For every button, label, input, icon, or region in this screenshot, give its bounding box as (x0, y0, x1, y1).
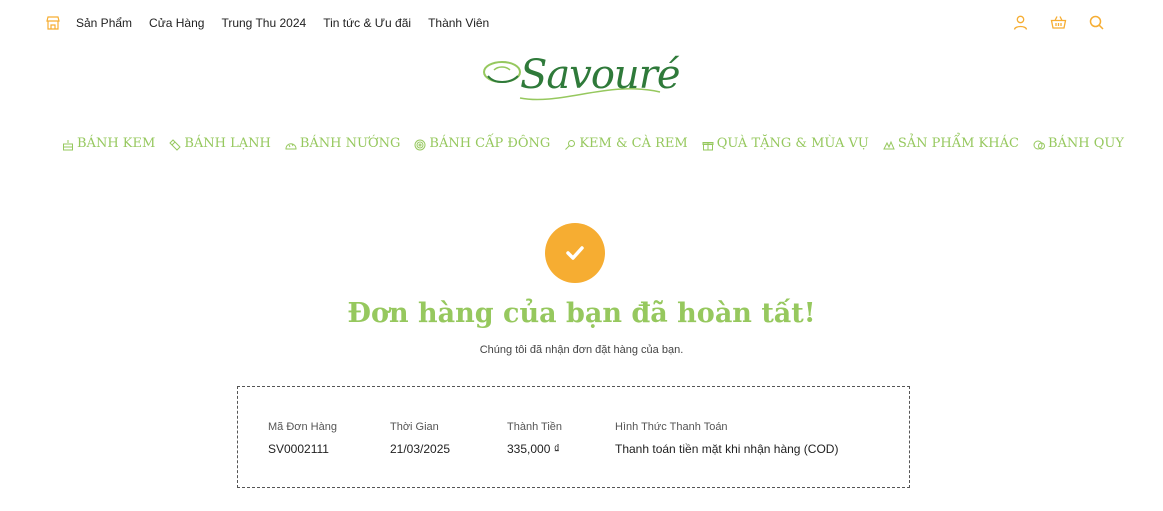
category-label: QUÀ TẶNG & MÙA VỤ (716, 136, 869, 151)
order-payment-column: Hình Thức Thanh Toán Thanh toán tiền mặt… (615, 420, 838, 457)
nav-trung-thu[interactable]: Trung Thu 2024 (221, 15, 306, 31)
confirmation-title: Đơn hàng của bạn đã hoàn tất! (347, 298, 816, 329)
order-payment-label: Hình Thức Thanh Toán (615, 421, 728, 433)
spiral-icon (414, 138, 426, 151)
confirmation-subtitle: Chúng tôi đã nhận đơn đặt hàng của bạn. (479, 344, 684, 356)
nav-cua-hang[interactable]: Cửa Hàng (149, 15, 204, 31)
nav-san-pham[interactable]: Sản Phẩm (76, 15, 132, 31)
category-label: SẢN PHẨM KHÁC (897, 136, 1019, 151)
brand-logo[interactable]: Savouré (480, 50, 680, 112)
category-banh-quy[interactable]: BÁNH QUY (1033, 136, 1124, 152)
order-total-label: Thành Tiền (507, 421, 563, 433)
order-time-column: Thời Gian 21/03/2025 (390, 420, 450, 457)
order-total-column: Thành Tiền 335,000 ₫ (507, 420, 562, 457)
order-time-value: 21/03/2025 (390, 442, 451, 456)
category-label: BÁNH CẤP ĐÔNG (429, 136, 551, 151)
category-label: KEM & CÀ REM (579, 136, 688, 151)
category-banh-lanh[interactable]: BÁNH LẠNH (169, 136, 271, 152)
top-bar: Sản Phẩm Cửa Hàng Trung Thu 2024 Tin tức… (0, 0, 1163, 44)
nav-thanh-vien[interactable]: Thành Viên (428, 15, 489, 31)
basket-icon[interactable] (1050, 14, 1067, 31)
order-time-label: Thời Gian (390, 421, 439, 433)
category-label: BÁNH QUY (1047, 136, 1124, 151)
category-banh-nuong[interactable]: BÁNH NƯỚNG (285, 136, 401, 152)
store-icon[interactable] (45, 15, 61, 31)
category-label: BÁNH LẠNH (184, 136, 271, 151)
search-icon[interactable] (1088, 14, 1105, 31)
category-label: BÁNH KEM (77, 136, 156, 151)
order-id-label: Mã Đơn Hàng (268, 421, 337, 433)
logo-wordmark: Savouré (520, 52, 680, 98)
category-nav: BÁNH KEM BÁNH LẠNH BÁNH NƯỚNG BÁNH CẤP Đ… (62, 136, 1138, 152)
top-nav: Sản Phẩm Cửa Hàng Trung Thu 2024 Tin tức… (45, 15, 506, 31)
order-id-column: Mã Đơn Hàng SV0002111 (268, 420, 337, 457)
gift-icon (702, 138, 714, 151)
icecream-icon (564, 138, 576, 150)
roll-icon (169, 138, 182, 151)
user-icon[interactable] (1012, 14, 1029, 31)
category-label: BÁNH NƯỚNG (299, 136, 401, 151)
nav-tin-tuc[interactable]: Tin tức & Ưu đãi (323, 15, 411, 31)
bread-icon (285, 138, 297, 150)
cookie-icon (1033, 138, 1045, 150)
header-icons (991, 14, 1105, 31)
category-kem[interactable]: KEM & CÀ REM (564, 136, 688, 152)
order-total-value: 335,000 ₫ (507, 442, 560, 456)
category-qua-tang[interactable]: QUÀ TẶNG & MÙA VỤ (702, 136, 869, 152)
box-icon (883, 138, 895, 150)
order-summary: Mã Đơn Hàng SV0002111 Thời Gian 21/03/20… (237, 386, 910, 488)
order-payment-value: Thanh toán tiền mặt khi nhận hàng (COD) (615, 442, 839, 456)
category-banh-cap-dong[interactable]: BÁNH CẤP ĐÔNG (414, 136, 550, 152)
cake-icon (62, 138, 74, 151)
success-check-icon (545, 223, 605, 283)
category-banh-kem[interactable]: BÁNH KEM (62, 136, 155, 152)
order-id-value: SV0002111 (268, 442, 329, 456)
category-san-pham-khac[interactable]: SẢN PHẨM KHÁC (883, 136, 1019, 152)
